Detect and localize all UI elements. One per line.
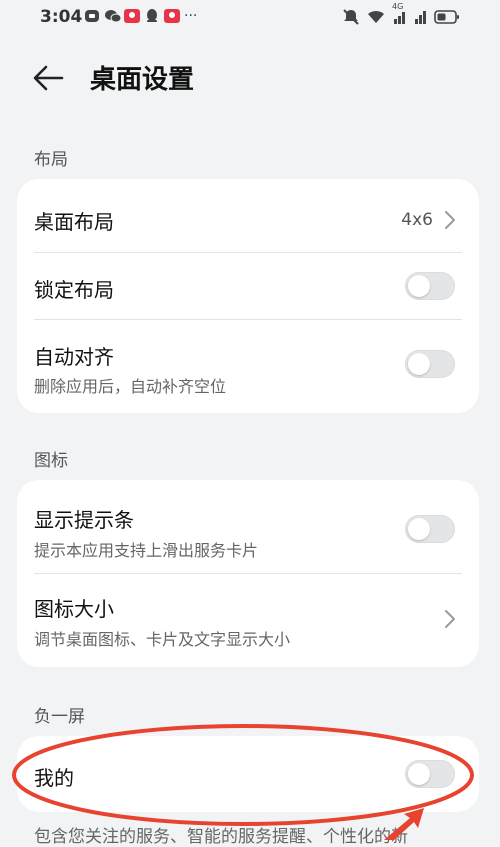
section-label-layout: 布局 — [34, 150, 68, 170]
minus-one-screen-description: 包含您关注的服务、智能的服务提醒、个性化的新 — [34, 827, 408, 847]
mine-toggle[interactable] — [405, 760, 455, 788]
lock-layout-title: 锁定布局 — [34, 278, 114, 302]
back-button[interactable] — [30, 60, 70, 96]
section-label-minus-one-screen: 负一屏 — [34, 707, 85, 727]
page-title: 桌面设置 — [90, 65, 195, 95]
show-hint-bar-row: 显示提示条 提示本应用支持上滑出服务卡片 — [17, 480, 479, 573]
auto-align-toggle[interactable] — [405, 350, 455, 378]
status-time: 3:04 — [40, 7, 83, 27]
mine-title: 我的 — [34, 766, 74, 790]
desktop-layout-value: 4x6 — [401, 210, 433, 230]
battery-icon — [434, 9, 460, 29]
auto-align-subtitle: 删除应用后，自动补齐空位 — [34, 377, 227, 396]
status-left-icons: ··· — [84, 8, 197, 24]
red-app-icon — [164, 8, 180, 24]
mine-row: 我的 — [17, 736, 479, 812]
toggle-knob — [408, 275, 430, 297]
signal-icon — [414, 9, 428, 29]
chevron-right-icon — [445, 211, 455, 229]
4g-signal-icon: 4G — [392, 2, 408, 29]
status-right-icons: 4G — [342, 2, 460, 30]
minus-one-screen-card: 我的 — [17, 736, 479, 812]
show-hint-bar-toggle[interactable] — [405, 515, 455, 543]
section-label-icons: 图标 — [34, 451, 68, 471]
auto-align-row: 自动对齐 删除应用后，自动补齐空位 — [17, 320, 479, 413]
auto-align-title: 自动对齐 — [34, 345, 114, 369]
mute-icon — [342, 8, 360, 30]
red-app-icon — [124, 8, 140, 24]
qq-icon — [144, 8, 160, 24]
chevron-right-icon — [445, 610, 455, 628]
show-hint-bar-title: 显示提示条 — [34, 508, 134, 532]
header: 桌面设置 — [0, 50, 500, 106]
icons-card: 显示提示条 提示本应用支持上滑出服务卡片 图标大小 调节桌面图标、卡片及文字显示… — [17, 480, 479, 667]
icon-size-row[interactable]: 图标大小 调节桌面图标、卡片及文字显示大小 — [17, 574, 479, 667]
show-hint-bar-subtitle: 提示本应用支持上滑出服务卡片 — [34, 541, 259, 560]
app-icon — [84, 8, 100, 24]
toggle-knob — [408, 518, 430, 540]
toggle-knob — [408, 353, 430, 375]
desktop-layout-row[interactable]: 桌面布局 4x6 — [17, 179, 479, 252]
wechat-icon — [104, 8, 122, 24]
icon-size-title: 图标大小 — [34, 597, 114, 621]
desktop-layout-title: 桌面布局 — [34, 210, 114, 234]
status-bar: 3:04 ··· 4G — [0, 0, 500, 36]
wifi-icon — [366, 9, 386, 29]
toggle-knob — [408, 763, 430, 785]
more-dots-icon: ··· — [184, 8, 198, 24]
lock-layout-toggle[interactable] — [405, 272, 455, 300]
lock-layout-row: 锁定布局 — [17, 253, 479, 319]
icon-size-subtitle: 调节桌面图标、卡片及文字显示大小 — [34, 630, 291, 649]
back-arrow-icon[interactable] — [30, 60, 66, 96]
layout-card: 桌面布局 4x6 锁定布局 自动对齐 删除应用后，自动补齐空位 — [17, 179, 479, 413]
